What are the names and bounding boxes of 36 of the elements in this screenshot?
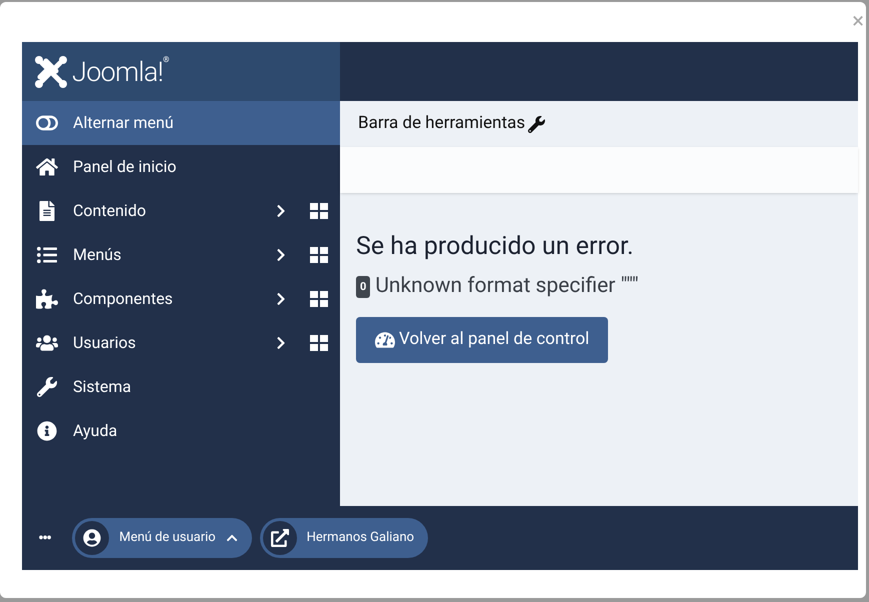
registered-mark: ® — [163, 54, 170, 64]
brand-name: Joomla! — [72, 54, 164, 88]
error-message: Unknown format specifier """ — [375, 273, 639, 300]
toggle-icon — [36, 113, 58, 133]
sidebar-item-label: Alternar menú — [73, 112, 175, 134]
grid-icon — [310, 247, 328, 263]
sidebar-item-label: Menús — [73, 244, 122, 266]
external-link-icon — [270, 529, 289, 547]
sidebar-item-label: Contenido — [73, 200, 147, 222]
sidebar-item[interactable]: Alternar menú — [22, 101, 340, 145]
dashboard-button[interactable]: Volver al panel de control — [356, 316, 608, 362]
sidebar-item-label: Usuarios — [73, 332, 137, 354]
toolbar-title: Barra de herramientas — [358, 112, 526, 136]
error-heading: Se ha producido un error. — [356, 231, 634, 263]
caret-icon — [226, 532, 238, 544]
info-icon — [36, 421, 58, 441]
wrench-icon — [36, 377, 58, 397]
site-link-button[interactable]: Hermanos Galiano — [260, 518, 428, 558]
sidebar-item-label: Sistema — [73, 376, 132, 398]
users-icon — [36, 333, 58, 353]
puzzle-icon — [36, 289, 58, 309]
grid-icon — [310, 335, 328, 351]
list-icon — [36, 245, 58, 265]
sidebar-item-label: Ayuda — [73, 420, 118, 442]
grid-icon — [310, 203, 328, 219]
more-dots[interactable]: ••• — [38, 524, 50, 552]
sidebar-item-label: Panel de inicio — [73, 156, 178, 178]
error-code-badge: 0 — [356, 276, 370, 298]
logo-icon — [34, 54, 68, 88]
wrench-icon — [528, 116, 546, 132]
grid-icon — [310, 291, 328, 307]
home-icon — [36, 157, 58, 177]
user-icon — [83, 529, 102, 547]
sidebar-item-label: Componentes — [73, 288, 174, 310]
gauge-icon — [375, 330, 395, 348]
user-menu-button[interactable]: Menú de usuario — [72, 518, 252, 558]
